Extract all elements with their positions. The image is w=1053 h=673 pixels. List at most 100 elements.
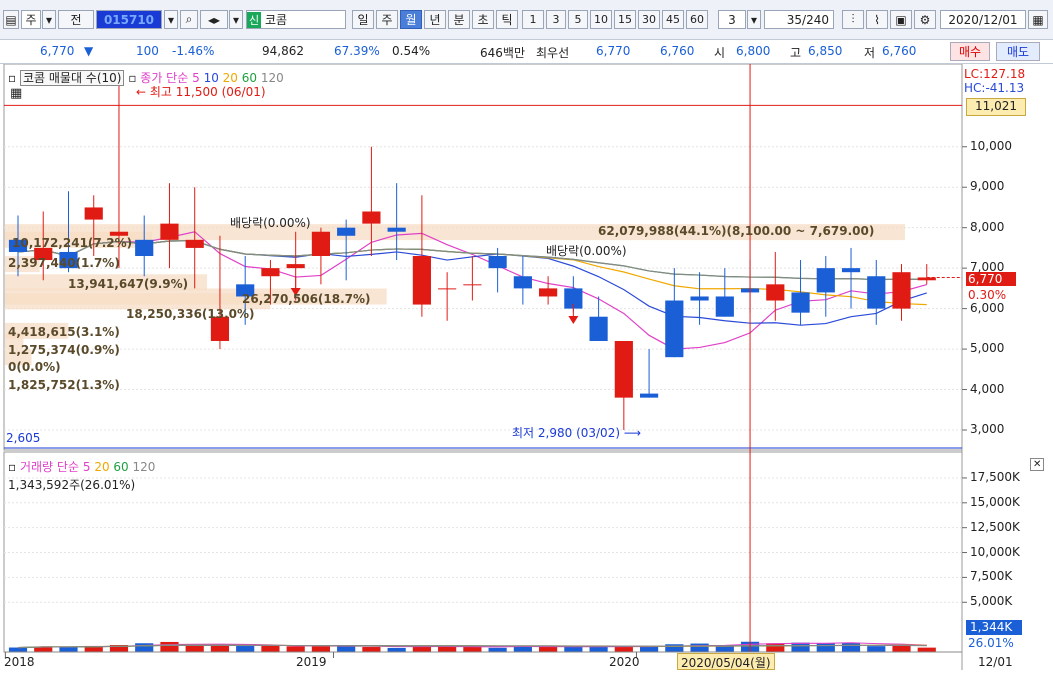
volume-bar xyxy=(311,646,331,652)
jeon-button[interactable]: 전 xyxy=(58,10,94,29)
close-icon[interactable]: ✕ xyxy=(1030,458,1045,471)
low-price: 6,760 xyxy=(882,44,917,58)
candle-icon[interactable]: ⫶ xyxy=(842,10,864,29)
grid-icon[interactable]: ▦ xyxy=(10,86,22,101)
candle-body xyxy=(614,340,633,398)
calendar-icon[interactable]: ▦ xyxy=(1028,10,1048,29)
candle-body xyxy=(387,227,406,232)
lc-label: LC:127.18 xyxy=(964,67,1026,81)
volume-profile-label: 1,825,752(1.3%) xyxy=(8,378,120,392)
date-field[interactable]: 2020/12/01 xyxy=(940,10,1026,29)
period-tab-4[interactable]: 분 xyxy=(448,10,470,29)
volume-tick-label: 12,500K xyxy=(970,519,1020,534)
code-dropdown-icon[interactable]: ▾ xyxy=(164,10,178,29)
candle-body xyxy=(286,264,305,269)
period-tab-6[interactable]: 틱 xyxy=(496,10,518,29)
hc-label: HC:-41.13 xyxy=(964,81,1025,95)
x-label-2019: 2019 xyxy=(296,655,327,669)
dividend-note-1: 배당락(0.00%) xyxy=(230,216,311,230)
search-icon[interactable]: ⌕ xyxy=(180,10,198,29)
x-label-2018: 2018 xyxy=(4,655,35,669)
prev-next-icon[interactable]: ◂▸ xyxy=(200,10,228,29)
candle-body xyxy=(791,292,810,313)
volume-tick-label: 15,000K xyxy=(970,494,1020,509)
min-note: 최저 2,980 (03/02) ⟶ xyxy=(512,426,642,440)
interval-tab-5[interactable]: 5 xyxy=(568,10,588,29)
volume-profile-label: 1,275,374(0.9%) xyxy=(8,343,120,357)
candle-body xyxy=(261,268,280,277)
unit-select[interactable]: 3 xyxy=(718,10,746,29)
sell-button[interactable]: 매도 xyxy=(996,42,1040,61)
volume-last-pct: 26.01% xyxy=(968,636,1014,650)
volume-tick-label: 10,000K xyxy=(970,544,1020,559)
candle-body xyxy=(463,284,482,286)
volume-bar xyxy=(185,645,204,652)
volume-bar xyxy=(766,643,785,652)
volume-panel-legend: ▫ 거래량 단순 5 20 60 120 xyxy=(8,458,155,475)
line-tool-icon[interactable]: ⌇ xyxy=(866,10,888,29)
volume-bar xyxy=(59,646,78,652)
interval-tab-3[interactable]: 3 xyxy=(546,10,566,29)
period-tab-1[interactable]: 주 xyxy=(376,10,398,29)
best-label: 최우선 xyxy=(536,46,570,60)
candle-body xyxy=(337,227,356,236)
price-tick-label: 6,000 xyxy=(970,300,1005,315)
candle-body xyxy=(362,211,381,224)
x-label-right: 12/01 xyxy=(978,655,1013,669)
candle-body xyxy=(185,239,204,248)
period-type-select[interactable]: 주 xyxy=(21,10,41,29)
price-panel-title[interactable]: 코콤 매물대 수(10) xyxy=(19,70,125,86)
volume-bar xyxy=(917,647,936,652)
volume-bar xyxy=(135,643,154,652)
interval-tab-10[interactable]: 10 xyxy=(590,10,612,29)
volume-bar xyxy=(564,646,583,652)
volume-bar xyxy=(690,643,709,652)
count-total: /240 xyxy=(802,12,829,27)
max-note: ← 최고 11,500 (06/01) xyxy=(136,85,266,99)
chevron-down-icon[interactable]: ▾ xyxy=(42,10,56,29)
volume-tick-label: 5,000K xyxy=(970,594,1013,609)
interval-tab-30[interactable]: 30 xyxy=(638,10,660,29)
unit-value: 3 xyxy=(728,12,736,27)
volume-bar xyxy=(438,646,457,652)
chart-area[interactable]: ▫ 코콤 매물대 수(10) ▫ 종가 단순 5 10 20 60 120 ▦ … xyxy=(0,63,1053,670)
layout-icon[interactable]: ▤ xyxy=(3,10,19,29)
period-tab-3[interactable]: 년 xyxy=(424,10,446,29)
candle-body xyxy=(715,296,734,317)
volume-panel-frame xyxy=(3,451,963,653)
ask-price: 6,770 xyxy=(596,44,631,58)
trade-amount: 646백만 xyxy=(480,46,525,60)
period-tab-2[interactable]: 월 xyxy=(400,10,422,29)
volume-current: 1,343,592주(26.01%) xyxy=(8,478,136,492)
interval-tab-15[interactable]: 15 xyxy=(614,10,636,29)
volume-bar xyxy=(236,646,255,652)
change-pct: -1.46% xyxy=(172,44,215,58)
volume-profile-label: 26,270,506(18.7%) xyxy=(242,292,371,306)
count-field[interactable]: 35/240 xyxy=(764,10,834,29)
volume: 94,862 xyxy=(262,44,304,58)
stock-name-field[interactable]: 신 코콤 xyxy=(246,10,346,29)
volume-bar xyxy=(816,643,835,652)
chevron-down-icon[interactable]: ▾ xyxy=(747,10,761,29)
interval-tab-60[interactable]: 60 xyxy=(686,10,708,29)
volume-profile-label: 0(0.0%) xyxy=(8,360,61,374)
chevron-down-icon[interactable]: ▾ xyxy=(229,10,243,29)
price-chart-svg[interactable] xyxy=(0,63,1053,670)
stock-code-input[interactable]: 015710 xyxy=(96,10,162,29)
candle-body xyxy=(160,223,179,240)
candle-body xyxy=(841,268,861,273)
candle-body xyxy=(513,276,532,289)
interval-tab-1[interactable]: 1 xyxy=(522,10,544,29)
gear-icon[interactable]: ⚙ xyxy=(914,10,936,29)
save-icon[interactable]: ▣ xyxy=(890,10,912,29)
max-note-text: 최고 11,500 (06/01) xyxy=(149,85,266,99)
buy-button[interactable]: 매수 xyxy=(950,42,990,61)
volume-bar xyxy=(892,645,911,652)
period-tab-0[interactable]: 일 xyxy=(352,10,374,29)
price-tick-label: 9,000 xyxy=(970,179,1005,194)
interval-tab-45[interactable]: 45 xyxy=(662,10,684,29)
period-tab-5[interactable]: 초 xyxy=(472,10,494,29)
volume-profile-label: 4,418,615(3.1%) xyxy=(8,325,120,339)
volume-tick-label: 7,500K xyxy=(970,569,1013,584)
volume-bar xyxy=(614,647,633,652)
